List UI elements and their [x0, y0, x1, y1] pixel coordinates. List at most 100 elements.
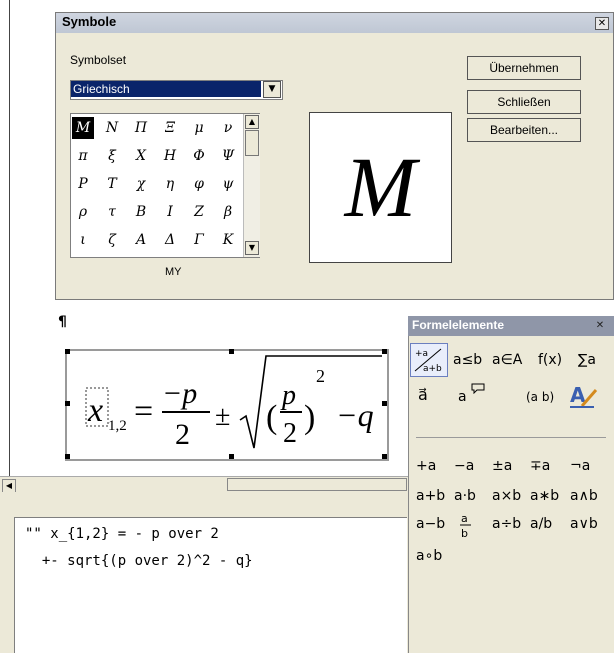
formula-elements-title: Formelelemente — [412, 318, 505, 332]
formula-var: x — [87, 392, 103, 429]
dialog-title: Symbole — [62, 14, 117, 29]
formula-subscript: 1,2 — [108, 418, 127, 434]
symbol-cell[interactable]: φ — [188, 173, 210, 195]
close-icon[interactable]: ✕ — [595, 17, 609, 30]
symbol-cell[interactable]: χ — [130, 173, 152, 195]
symbol-cell[interactable]: Γ — [188, 229, 210, 251]
brackets-icon[interactable]: a — [458, 386, 467, 408]
speech-bubble-icon — [471, 383, 485, 394]
operator-item[interactable]: ∓a — [530, 455, 550, 477]
formula-plusminus: ± — [215, 401, 230, 432]
command-editor[interactable]: "" x_{1,2} = - p over 2 +- sqrt{(p over … — [14, 517, 407, 653]
operator-item[interactable]: a÷b — [492, 513, 521, 535]
scroll-left-icon[interactable]: ◀ — [2, 479, 16, 493]
symbol-cell[interactable]: β — [217, 201, 239, 223]
operator-item[interactable]: a∧b — [570, 485, 598, 507]
resize-handle-bm[interactable] — [229, 454, 234, 459]
formula-rparen: ) — [304, 399, 315, 436]
resize-handle-mr[interactable] — [382, 401, 387, 406]
relations-icon[interactable]: a≤b — [453, 349, 482, 371]
symbol-cell[interactable]: τ — [101, 201, 123, 223]
symbol-cell[interactable]: P — [72, 173, 94, 195]
resize-handle-bl[interactable] — [65, 454, 70, 459]
symbol-cell[interactable]: Π — [130, 117, 152, 139]
symbol-cell[interactable]: π — [72, 145, 94, 167]
scroll-up-icon[interactable]: ▲ — [245, 115, 259, 129]
symbol-cell[interactable]: K — [217, 229, 239, 251]
symbol-cell[interactable]: A — [130, 229, 152, 251]
formula-numerator: −p — [162, 377, 197, 410]
formula-exponent: 2 — [316, 366, 325, 386]
unary-binary-operators-icon[interactable]: +a a+b — [413, 345, 445, 375]
symbol-cell[interactable]: Φ — [188, 145, 210, 167]
rendered-formula: x 1,2 = −p 2 ± ( p 2 ) 2 −q — [85, 355, 382, 451]
command-line-1: "" x_{1,2} = - p over 2 — [25, 526, 219, 542]
operator-item[interactable]: −a — [454, 455, 474, 477]
horizontal-scroll-thumb[interactable] — [227, 478, 407, 491]
symbol-cell[interactable]: ν — [217, 117, 239, 139]
symbol-cell[interactable]: ψ — [217, 173, 239, 195]
attributes-icon[interactable]: a⃗ — [418, 384, 428, 406]
fraction-icon[interactable]: ab — [458, 511, 474, 539]
edit-button[interactable]: Bearbeiten... — [467, 118, 581, 142]
formula-equals: = — [134, 393, 153, 430]
operator-item[interactable]: a+b — [416, 485, 445, 507]
svg-text:b: b — [461, 527, 468, 539]
apply-button[interactable]: Übernehmen — [467, 56, 581, 80]
symbol-cell[interactable]: Δ — [159, 229, 181, 251]
symbolset-value[interactable]: Griechisch — [71, 81, 261, 97]
operator-item[interactable]: ¬a — [570, 455, 590, 477]
symbol-cell[interactable]: T — [101, 173, 123, 195]
panel-separator — [416, 437, 606, 438]
symbol-cell[interactable]: ρ — [72, 201, 94, 223]
page-edge — [0, 0, 10, 478]
chevron-down-icon[interactable]: ▼ — [263, 81, 281, 98]
command-line-2: +- sqrt{(p over 2)^2 - q} — [25, 553, 253, 569]
symbol-cell[interactable]: μ — [188, 117, 210, 139]
operator-item[interactable]: a·b — [454, 485, 476, 507]
operator-item[interactable]: a∘b — [416, 545, 442, 567]
functions-icon[interactable]: f(x) — [538, 349, 562, 371]
symbol-cell[interactable]: X — [130, 145, 152, 167]
symbol-cell[interactable]: ζ — [101, 229, 123, 251]
operator-item[interactable]: a−b — [416, 513, 445, 535]
close-icon[interactable]: ✕ — [594, 320, 606, 331]
formula-denominator: 2 — [175, 418, 190, 451]
operator-item[interactable]: ±a — [492, 455, 512, 477]
symbol-cell[interactable]: η — [159, 173, 181, 195]
formats-icon[interactable]: (a b) — [526, 386, 554, 408]
formula-lparen: ( — [266, 399, 277, 436]
others-edit-icon[interactable]: A — [568, 382, 600, 410]
resize-handle-br[interactable] — [382, 454, 387, 459]
resize-handle-tr[interactable] — [382, 349, 387, 354]
symbol-cell[interactable]: ξ — [101, 145, 123, 167]
symbolset-label: Symbolset — [70, 53, 127, 67]
symbol-cell[interactable]: Ξ — [159, 117, 181, 139]
svg-text:+a: +a — [415, 349, 428, 359]
symbol-cell[interactable]: H — [159, 145, 181, 167]
symbol-grid[interactable]: MNΠΞμν πξXHΦΨ PTχηφψ ρτBIZβ ιζAΔΓK — [70, 113, 260, 258]
symbol-cell[interactable]: ι — [72, 229, 94, 251]
symbol-cell[interactable]: Ψ — [217, 145, 239, 167]
operator-item[interactable]: a/b — [530, 513, 552, 535]
set-operations-icon[interactable]: a∈A — [492, 349, 522, 371]
symbol-cell[interactable]: N — [101, 117, 123, 139]
dialog-titlebar[interactable] — [56, 13, 613, 33]
symbol-preview-glyph: M — [344, 139, 417, 235]
svg-text:a+b: a+b — [423, 364, 442, 374]
operator-item[interactable]: +a — [416, 455, 436, 477]
operator-item[interactable]: a∗b — [530, 485, 559, 507]
scroll-down-icon[interactable]: ▼ — [245, 241, 259, 255]
symbol-grid-scrollbar[interactable]: ▲ ▼ — [243, 114, 260, 257]
formula-inner-p: p — [280, 380, 296, 411]
symbol-cell[interactable]: M — [72, 117, 94, 139]
close-button[interactable]: Schließen — [467, 90, 581, 114]
symbol-cell[interactable]: Z — [188, 201, 210, 223]
operators-icon[interactable]: ∑a — [578, 349, 596, 371]
symbol-grid-scroll-thumb[interactable] — [245, 130, 259, 156]
symbol-cell[interactable]: B — [130, 201, 152, 223]
symbol-cell[interactable]: I — [159, 201, 181, 223]
paragraph-mark: ¶ — [58, 314, 67, 330]
operator-item[interactable]: a×b — [492, 485, 521, 507]
operator-item[interactable]: a∨b — [570, 513, 598, 535]
